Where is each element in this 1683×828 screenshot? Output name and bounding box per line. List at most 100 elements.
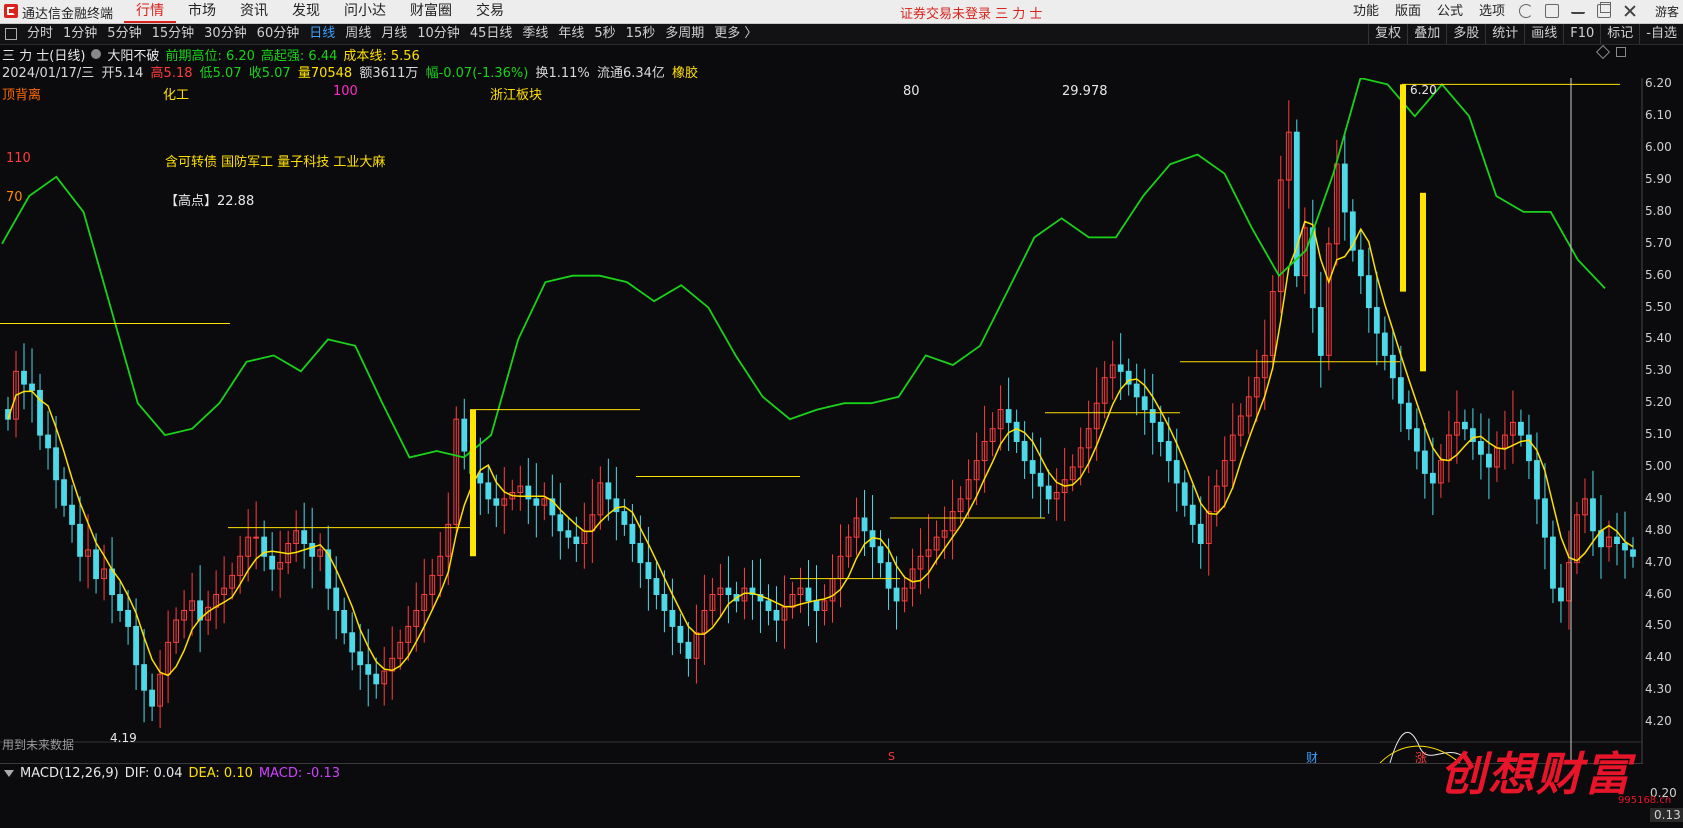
label-concepts: 含可转债 国防军工 量子科技 工业大麻 [165, 155, 386, 170]
right-menu-formula[interactable]: 公式 [1429, 0, 1471, 23]
candle-body [253, 536, 260, 539]
candle-body [605, 482, 612, 500]
login-status[interactable]: 证券交易未登录 三 力 士 [900, 3, 1042, 22]
candle-body [1421, 450, 1428, 474]
candle-body [309, 543, 316, 557]
diamond-icon[interactable] [1595, 44, 1611, 60]
candle-body [861, 517, 868, 532]
candle-body [1590, 498, 1596, 532]
band-line [1, 78, 1606, 459]
period-tab-15[interactable]: 多周期 [660, 24, 709, 44]
right-menu: 功能 版面 公式 选项 [1345, 0, 1643, 23]
tool-button-5[interactable]: F10 [1563, 24, 1600, 44]
label-80: 80 [903, 84, 920, 99]
guest-label[interactable]: 游客 [1655, 3, 1679, 20]
menu-item-news[interactable]: 资讯 [228, 0, 280, 23]
period-tab-2[interactable]: 5分钟 [102, 24, 146, 44]
price-tick-label: 4.30 [1645, 682, 1672, 697]
signal-bar [1400, 84, 1406, 292]
price-tick-label: 5.80 [1645, 203, 1672, 218]
tool-button-0[interactable]: 复权 [1368, 24, 1407, 44]
period-tab-9[interactable]: 10分钟 [412, 24, 465, 44]
tool-button-4[interactable]: 画线 [1524, 24, 1563, 44]
period-tab-5[interactable]: 60分钟 [252, 24, 305, 44]
period-tab-11[interactable]: 季线 [517, 24, 553, 44]
candle-body [69, 504, 75, 525]
app-logo-icon [4, 4, 18, 18]
candle-body [893, 587, 900, 602]
candle-body [485, 482, 492, 500]
candle-body [1365, 275, 1372, 309]
macd-menu-icon[interactable] [4, 769, 14, 777]
price-tick-label: 4.50 [1645, 618, 1672, 633]
right-menu-options[interactable]: 选项 [1471, 0, 1513, 23]
candlestick-chart[interactable] [0, 78, 1643, 763]
period-tab-6[interactable]: 日线 [304, 24, 340, 44]
candle-body [1558, 587, 1564, 602]
menu-item-quotes[interactable]: 行情 [124, 0, 176, 23]
period-tab-13[interactable]: 5秒 [589, 24, 620, 44]
price-tick-label: 4.60 [1645, 586, 1672, 601]
candle-body [573, 536, 580, 545]
candle-body [685, 641, 692, 659]
period-tab-1[interactable]: 1分钟 [58, 24, 102, 44]
candle-body [1478, 440, 1484, 455]
label-29978: 29.978 [1062, 84, 1108, 99]
period-tab-7[interactable]: 周线 [340, 24, 376, 44]
moving-average-line [7, 220, 1634, 677]
period-tab-8[interactable]: 月线 [376, 24, 412, 44]
period-tab-3[interactable]: 15分钟 [147, 24, 200, 44]
label-future-data: 用到未来数据 [2, 738, 75, 752]
menu-item-market[interactable]: 市场 [176, 0, 228, 23]
menu-item-discover[interactable]: 发现 [280, 0, 332, 23]
period-tab-0[interactable]: 分时 [22, 24, 58, 44]
price-tick-label: 5.00 [1645, 458, 1672, 473]
title-bar: 通达信金融终端 行情 市场 资讯 发现 问小达 财富圈 交易 证券交易未登录 三… [0, 0, 1683, 24]
candle-body [301, 530, 308, 545]
candle-body [1461, 421, 1468, 430]
macd-name[interactable]: MACD(12,26,9) [20, 766, 119, 781]
panel-toggle-icon[interactable] [5, 28, 17, 40]
candle-body [1149, 409, 1156, 423]
indicator-settings-icon[interactable] [91, 49, 102, 59]
candle-body [357, 651, 364, 666]
tool-button-1[interactable]: 叠加 [1407, 24, 1446, 44]
candle-body [93, 549, 99, 580]
menu-item-trade[interactable]: 交易 [464, 0, 516, 23]
tool-button-2[interactable]: 多股 [1446, 24, 1485, 44]
candle-body [661, 594, 668, 611]
candle-body [669, 609, 676, 627]
indicator-name[interactable]: 大阳不破 [107, 45, 159, 64]
maximize-panel-icon[interactable] [1616, 47, 1626, 57]
right-menu-function[interactable]: 功能 [1345, 0, 1387, 23]
tool-button-6[interactable]: 标记 [1600, 24, 1639, 44]
menu-item-ask[interactable]: 问小达 [332, 0, 398, 23]
candle-body [1117, 364, 1124, 372]
close-icon[interactable] [1623, 4, 1637, 18]
macd-axis-bottom: 0.13 [1650, 808, 1683, 822]
candle-body [1317, 307, 1324, 356]
stock-info-line: 三 力 士(日线) 大阳不破 前期高位: 6.20 高起强: 6.44 成本线:… [2, 45, 426, 64]
candle-body [621, 511, 628, 525]
period-tab-16[interactable]: 更多 〉 [709, 24, 762, 44]
minimize-icon[interactable] [1571, 4, 1585, 14]
macd-dif: DIF: 0.04 [124, 765, 183, 781]
period-tab-4[interactable]: 30分钟 [199, 24, 252, 44]
candle-body [1518, 421, 1524, 436]
lock-icon[interactable] [1545, 4, 1559, 18]
prev-high: 前期高位: 6.20 [165, 48, 255, 64]
menu-item-wealth[interactable]: 财富圈 [398, 0, 464, 23]
restore-icon[interactable] [1597, 2, 1611, 18]
refresh-icon[interactable] [1519, 4, 1533, 18]
tool-button-3[interactable]: 统计 [1485, 24, 1524, 44]
right-menu-layout[interactable]: 版面 [1387, 0, 1429, 23]
candle-body [125, 609, 131, 627]
period-tab-10[interactable]: 45日线 [465, 24, 518, 44]
candle-body [565, 530, 572, 538]
candle-body [645, 562, 652, 580]
period-tab-12[interactable]: 年线 [553, 24, 589, 44]
period-tab-14[interactable]: 15秒 [621, 24, 661, 44]
main-menu: 行情 市场 资讯 发现 问小达 财富圈 交易 [124, 0, 516, 23]
price-tick-label: 6.10 [1645, 108, 1672, 123]
tool-button-7[interactable]: -自选 [1639, 24, 1683, 44]
